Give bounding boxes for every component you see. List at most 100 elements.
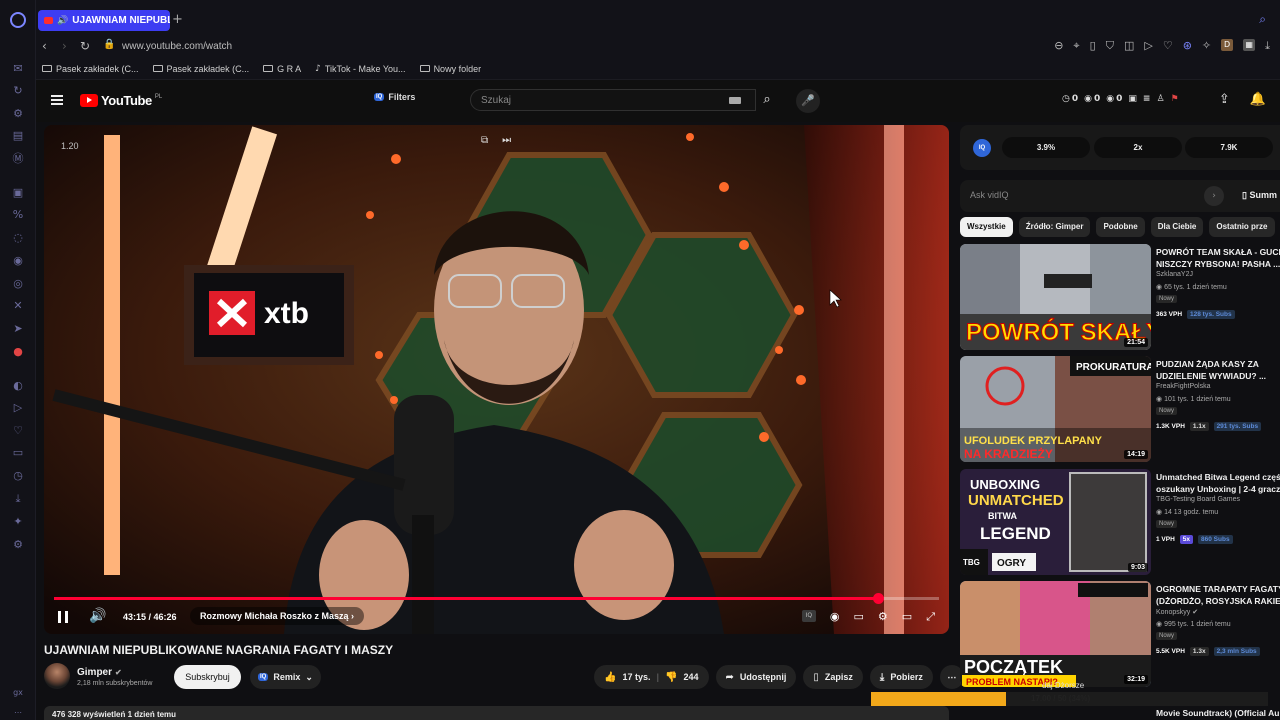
skip-icon[interactable]: ⏭ [502, 135, 511, 146]
puzzle-icon[interactable]: ✧ [1202, 39, 1211, 53]
flow-icon[interactable]: ▤ [11, 129, 25, 143]
remix-button[interactable]: IQ Remix ⌄ [250, 665, 321, 689]
video-channel[interactable]: Konopskyy ✔ [1156, 608, 1198, 616]
heart-icon[interactable]: ♡ [11, 424, 25, 438]
theater-icon[interactable]: ▭ [902, 610, 912, 624]
new-tab-button[interactable]: + [172, 12, 183, 27]
bot-icon[interactable]: ⚙ [11, 107, 25, 121]
instagram-icon[interactable]: ◎ [11, 277, 25, 291]
back-icon[interactable]: ‹ [42, 39, 47, 53]
gx-icon[interactable]: gx [11, 686, 25, 700]
menu-icon[interactable] [51, 95, 63, 105]
settings-icon[interactable]: ⚙ [878, 610, 888, 624]
clock-icon[interactable]: ◷ [11, 469, 25, 483]
extension-gray-icon[interactable]: ▦ [1243, 39, 1256, 51]
summary-button[interactable]: ▯ Summ [1242, 190, 1277, 201]
extension-icon[interactable]: ⊛ [1183, 39, 1192, 53]
channel-avatar[interactable] [44, 663, 70, 689]
chapter-button[interactable]: Rozmowy Michała Roszko z Maszą › [190, 607, 365, 625]
speaker-icon[interactable]: 🔊 [57, 16, 68, 26]
chip[interactable]: Źródło: Gimper [1018, 217, 1091, 237]
fullscreen-icon[interactable]: ⤢ [926, 610, 935, 624]
bookmark-item[interactable]: ♪ TikTok - Make You... [315, 64, 405, 74]
pin-icon[interactable]: ⌖ [1073, 39, 1079, 53]
forward-icon[interactable]: › [62, 39, 67, 53]
video-channel[interactable]: FreakFightPolska [1156, 383, 1210, 390]
progress-bar[interactable] [54, 593, 939, 604]
reload-icon[interactable]: ↻ [80, 39, 90, 53]
autoplay-icon[interactable]: ◉ [830, 610, 840, 624]
recommended-video[interactable]: PROKURATURA UFOLUDEK PRZYLAPANY NA KRADZ… [960, 356, 1280, 462]
description-box[interactable]: 476 328 wyświetleń 1 dzień temu [44, 706, 949, 720]
snapshot-icon[interactable]: ◫ [1124, 39, 1134, 53]
keyboard-icon[interactable] [729, 97, 741, 104]
url-field[interactable]: www.youtube.com/watch [122, 41, 232, 52]
video-thumbnail[interactable]: POCZĄTEK PROBLEM NASTAPI? 32:19 [960, 581, 1151, 687]
next-video-title[interactable]: Movie Soundtrack) (Official Au [1156, 708, 1279, 718]
vidiq-player-icon[interactable]: IQ [801, 610, 816, 622]
chip[interactable]: Podobne [1096, 217, 1145, 237]
microphone-icon[interactable]: 🎤 [796, 89, 820, 113]
progress-scrubber[interactable] [872, 593, 884, 604]
messenger-icon[interactable]: ✉ [11, 62, 25, 76]
settings-icon[interactable]: ⚙ [11, 538, 25, 552]
alert-icon[interactable]: ⚑ [1171, 94, 1179, 104]
x-icon[interactable]: ✕ [11, 299, 25, 313]
video-player[interactable]: xtb 1.20 ⧉ ⏭ 🔊 43:15 / 46:26 Rozmowy Mic… [44, 125, 949, 634]
video-thumbnail[interactable]: UNBOXING UNMATCHED BITWA LEGEND TBG OGRY… [960, 469, 1151, 575]
opera-icon[interactable] [10, 12, 26, 28]
vidiq-stat[interactable]: 2x [1094, 137, 1182, 158]
download-icon[interactable]: ⤓ [11, 492, 25, 506]
player-icon[interactable]: ▷ [11, 401, 25, 415]
recommended-video[interactable]: UNBOXING UNMATCHED BITWA LEGEND TBG OGRY… [960, 469, 1280, 575]
send-icon[interactable]: › [1204, 186, 1224, 206]
youtube-logo[interactable]: YouTube PL [80, 93, 162, 108]
download-icon[interactable]: ⤓ [1265, 39, 1270, 53]
miniplayer-icon[interactable]: ⧉ [481, 135, 488, 146]
ask-vidiq-input[interactable]: Ask vidIQ › ▯ Summ [960, 180, 1280, 212]
share-button[interactable]: ➦ Udostępnij [715, 665, 797, 689]
chip[interactable]: Dla Ciebie [1150, 217, 1204, 237]
vidiq-logo-icon[interactable]: IQ [973, 139, 991, 157]
vidiq-stat[interactable]: 7.9K [1185, 137, 1273, 158]
bookmark-item[interactable]: Pasek zakładek (C... [152, 64, 249, 74]
search-icon[interactable]: ⌕ [756, 89, 778, 111]
subtitles-icon[interactable]: ▭ [854, 610, 864, 624]
video-thumbnail[interactable]: POWRÓT SKAŁY 21:54 [960, 244, 1151, 350]
vidiq-stat[interactable]: 3.9% [1002, 137, 1090, 158]
twitch-icon[interactable]: ▣ [11, 186, 25, 200]
bookmark-item[interactable]: G R A [263, 64, 301, 74]
refresh-icon[interactable]: ↻ [11, 84, 25, 98]
upload-icon[interactable]: ⇪ [1219, 92, 1230, 107]
telegram-icon[interactable]: ➤ [11, 322, 25, 336]
chip[interactable]: Ostatnio prze [1209, 217, 1275, 237]
wallet-icon[interactable]: ▭ [11, 446, 25, 460]
extensions-icon[interactable]: ✦ [11, 515, 25, 529]
discord-icon[interactable]: ◉ [11, 254, 25, 268]
subscribe-button[interactable]: Subskrybuj [174, 665, 241, 689]
mute-icon[interactable]: ♙ [1156, 94, 1164, 104]
recommended-video[interactable]: POCZĄTEK PROBLEM NASTAPI? 32:19 OGROMNE … [960, 581, 1280, 687]
play-icon[interactable]: ▷ [1144, 39, 1152, 53]
video-channel[interactable]: TBG-Testing Board Games [1156, 496, 1240, 503]
volume-icon[interactable]: 🔊 [89, 608, 106, 624]
recommended-video[interactable]: POWRÓT SKAŁY 21:54 POWRÓT TEAM SKAŁA - G… [960, 244, 1280, 350]
pause-icon[interactable] [58, 611, 68, 623]
bookmark-item[interactable]: Nowy folder [419, 64, 481, 74]
search-input[interactable]: Szukaj [470, 89, 756, 111]
mail-icon[interactable]: Ⓜ [11, 152, 25, 166]
percent-icon[interactable]: % [11, 208, 25, 222]
save-button[interactable]: ▯ Zapisz [803, 665, 863, 689]
more-icon[interactable]: ⋯ [11, 706, 25, 720]
vk-icon[interactable]: ● [11, 345, 25, 359]
bell-icon[interactable]: 🔔 [1250, 92, 1266, 107]
tab-search-icon[interactable]: ⌕ [1259, 12, 1266, 27]
filters-button[interactable]: IQ Filters [374, 92, 415, 102]
heart-icon[interactable]: ♡ [1163, 39, 1173, 53]
list-icon[interactable]: ≡ [1143, 94, 1151, 104]
chat-icon[interactable]: ◌ [11, 231, 25, 245]
bookmark-item[interactable]: Pasek zakładek (C... [42, 64, 139, 74]
like-button[interactable]: 👍 17 tys. | 👎 244 [594, 665, 709, 689]
shield-icon[interactable]: ⛉ [1106, 39, 1114, 53]
video-channel[interactable]: SzklanaY2J [1156, 271, 1193, 278]
